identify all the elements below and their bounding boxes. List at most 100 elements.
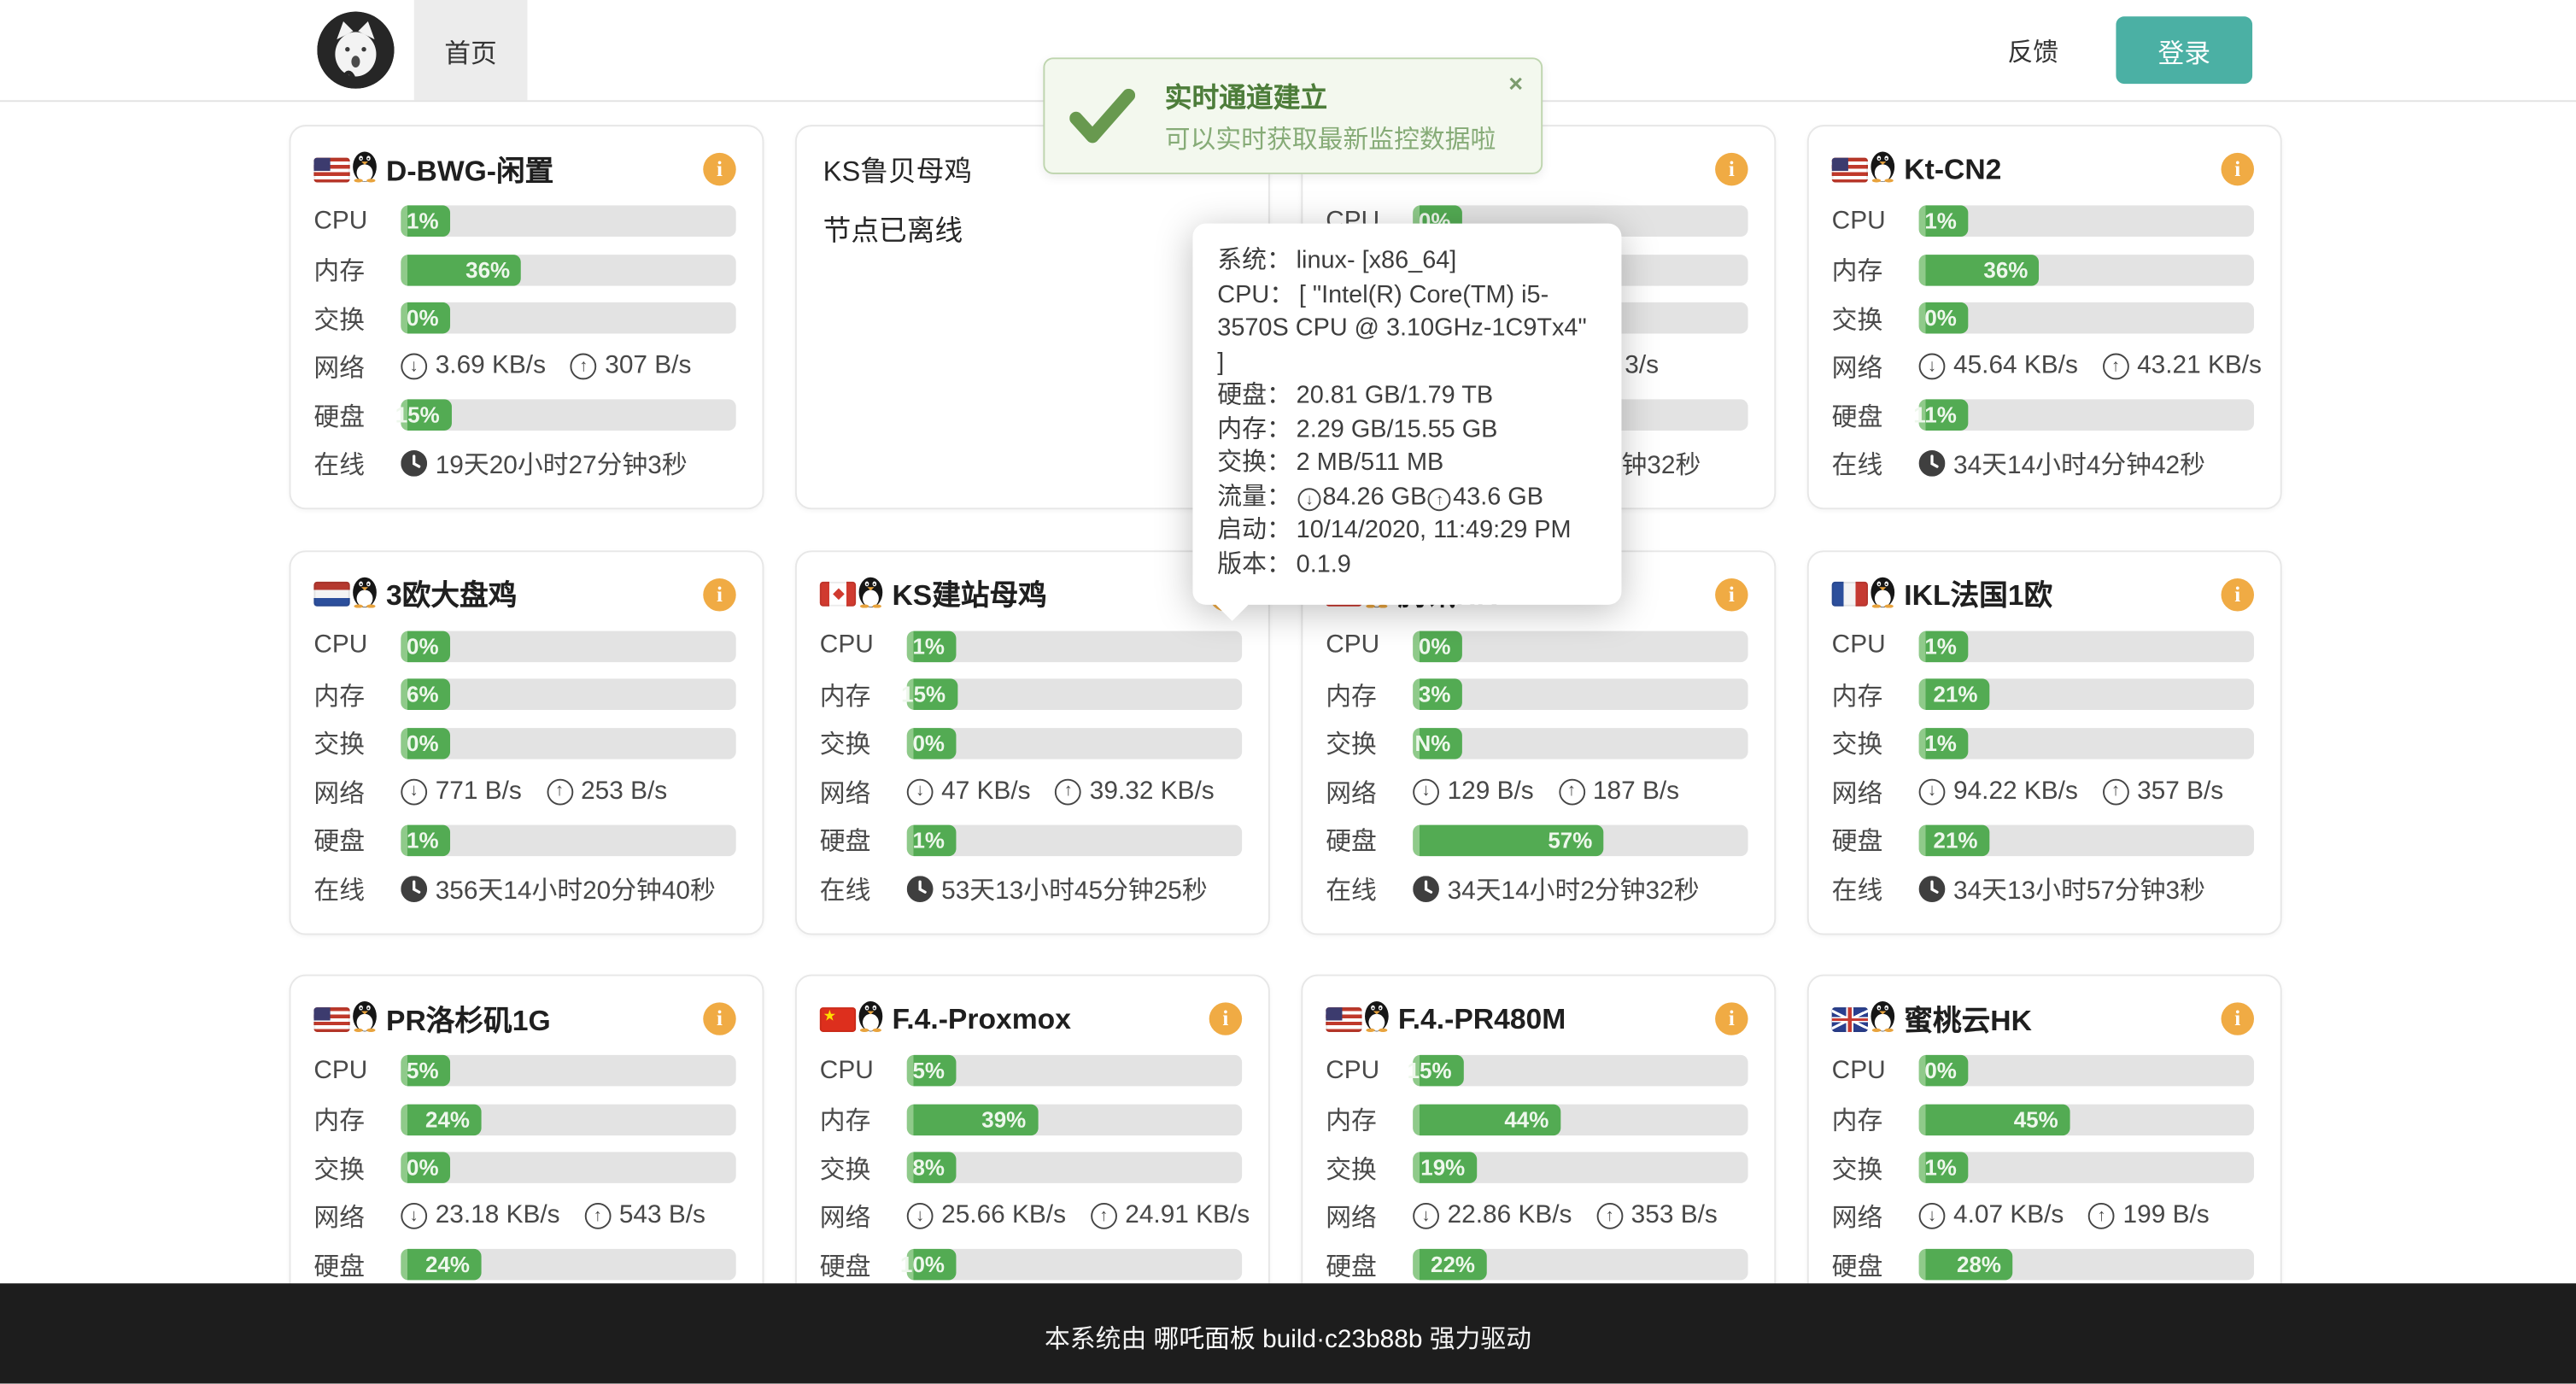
- flag-icon-us: [313, 1006, 349, 1031]
- server-card: 3欧大盘鸡iCPU0%内存6%交换0%网络↓771 B/s↑253 B/s硬盘1…: [290, 549, 764, 934]
- server-card: KS建站母鸡iCPU1%内存15%交换0%网络↓47 KB/s↑39.32 KB…: [795, 549, 1270, 934]
- stat-row-cpu: CPU15%: [1326, 1055, 1748, 1087]
- progress-track: 0%: [401, 727, 735, 759]
- network-upload-value: 187 B/s: [1593, 777, 1679, 806]
- stat-label: 硬盘: [820, 1246, 907, 1282]
- download-icon: ↓: [1919, 354, 1946, 380]
- flag-icon-us: [313, 157, 349, 182]
- close-icon[interactable]: ×: [1508, 73, 1523, 97]
- info-icon[interactable]: i: [1715, 578, 1748, 610]
- card-title: Kt-CN2: [1904, 152, 2001, 186]
- stat-label: 硬盘: [313, 1246, 401, 1282]
- progress-fill: 36%: [1919, 254, 2040, 285]
- progress-value: 15%: [395, 402, 440, 427]
- progress-value: 28%: [1957, 1252, 2001, 1277]
- tooltip-label: CPU：: [1217, 280, 1294, 308]
- info-icon[interactable]: i: [2222, 578, 2254, 610]
- progress-track: 1%: [1919, 630, 2254, 662]
- info-icon[interactable]: i: [1209, 1002, 1242, 1035]
- uptime-stats: 34天13小时57分钟3秒: [1919, 870, 2205, 906]
- server-card: IKL法国1欧iCPU1%内存21%交换1%网络↓94.22 KB/s↑357 …: [1807, 549, 2282, 934]
- stat-row-net: 网络↓129 B/s↑187 B/s: [1326, 776, 1748, 807]
- stat-row-uptime: 在线34天13小时57分钟3秒: [1832, 872, 2254, 904]
- stat-row-cpu: CPU1%: [1832, 205, 2254, 237]
- success-check-icon: [1069, 88, 1142, 144]
- stat-row-cpu: CPU0%: [313, 630, 735, 662]
- uptime-value: 356天14小时20分钟40秒: [436, 870, 716, 906]
- flag-icon-ca: [820, 582, 856, 607]
- stat-row-net: 网络↓47 KB/s↑39.32 KB/s: [820, 776, 1242, 807]
- tooltip-row: 系统：linux- [x86_64]: [1217, 245, 1596, 279]
- progress-value: 11%: [1913, 402, 1957, 427]
- stat-row-disk: 硬盘24%: [313, 1249, 735, 1281]
- progress-fill: 1%: [1919, 1152, 1969, 1183]
- tab-home[interactable]: 首页: [414, 0, 528, 100]
- progress-track: 1%: [1919, 727, 2254, 759]
- card-title: IKL法国1欧: [1904, 573, 2052, 614]
- feedback-link[interactable]: 反馈: [2007, 0, 2058, 100]
- info-icon[interactable]: i: [703, 1002, 735, 1035]
- progress-fill: 6%: [401, 678, 450, 710]
- progress-fill: 24%: [401, 1104, 481, 1135]
- toast-message: 可以实时获取最新监控数据啦: [1165, 120, 1496, 155]
- logo[interactable]: [317, 11, 394, 88]
- progress-fill: 0%: [907, 727, 957, 759]
- stat-label: 硬盘: [313, 822, 401, 858]
- progress-track: 5%: [401, 1055, 735, 1087]
- progress-fill: 36%: [401, 254, 521, 285]
- tooltip-value: 10/14/2020, 11:49:29 PM: [1297, 516, 1572, 544]
- progress-track: 0%: [1413, 630, 1748, 662]
- info-icon[interactable]: i: [2222, 153, 2254, 185]
- progress-track: 21%: [1919, 824, 2254, 856]
- info-icon[interactable]: i: [1715, 153, 1748, 185]
- progress-value: 1%: [912, 827, 945, 852]
- stat-row-mem: 内存3%: [1326, 678, 1748, 710]
- stat-row-disk: 硬盘11%: [1832, 399, 2254, 431]
- progress-track: 1%: [1919, 1152, 2254, 1183]
- info-icon[interactable]: i: [703, 578, 735, 610]
- network-download-value: 23.18 KB/s: [436, 1201, 560, 1231]
- card-title: F.4.-PR480M: [1398, 1001, 1566, 1035]
- stat-row-cpu: CPU1%: [820, 630, 1242, 662]
- progress-value: 22%: [1431, 1252, 1475, 1277]
- progress-track: 1%: [401, 205, 735, 237]
- network-stats: ↓23.18 KB/s↑543 B/s: [401, 1201, 705, 1231]
- tooltip-value: linux- [x86_64]: [1297, 247, 1457, 275]
- progress-value: 0%: [407, 633, 439, 658]
- uptime-stats: 19天20小时27分钟3秒: [401, 445, 687, 481]
- stat-label: CPU: [1326, 631, 1413, 661]
- login-button[interactable]: 登录: [2116, 16, 2252, 84]
- clock-icon: [401, 875, 427, 901]
- progress-value: 57%: [1548, 827, 1592, 852]
- card-title: F.4.-Proxmox: [892, 1001, 1071, 1035]
- info-icon[interactable]: i: [1715, 1002, 1748, 1035]
- stat-row-mem: 内存39%: [820, 1104, 1242, 1135]
- progress-fill: 1%: [401, 824, 450, 856]
- info-icon[interactable]: i: [703, 153, 735, 185]
- progress-fill: 0%: [1919, 302, 1969, 334]
- info-icon[interactable]: i: [2222, 1002, 2254, 1035]
- tooltip-label: 系统：: [1217, 247, 1291, 275]
- footer-link[interactable]: 哪吒面板 build·c23b88b: [1154, 1320, 1423, 1356]
- progress-value: 39%: [981, 1106, 1026, 1131]
- progress-value: 0%: [407, 730, 439, 755]
- progress-fill: 39%: [907, 1104, 1038, 1135]
- progress-value: 1%: [912, 633, 945, 658]
- progress-fill: 1%: [1919, 727, 1969, 759]
- progress-fill: N%: [1413, 727, 1462, 759]
- upload-icon: ↑: [1055, 778, 1081, 805]
- progress-track: 0%: [401, 1152, 735, 1183]
- network-upload-value: 307 B/s: [605, 352, 691, 382]
- network-download-value: 129 B/s: [1448, 777, 1534, 806]
- stat-label: 在线: [1326, 870, 1413, 906]
- progress-track: 19%: [1413, 1152, 1748, 1183]
- stat-row-net: 网络↓94.22 KB/s↑357 B/s: [1832, 776, 2254, 807]
- stat-row-swap: 交换19%: [1326, 1152, 1748, 1183]
- network-stats: ↓22.86 KB/s↑353 B/s: [1413, 1201, 1718, 1231]
- progress-fill: 0%: [401, 1152, 450, 1183]
- network-stats: ↓771 B/s↑253 B/s: [401, 777, 667, 806]
- flag-icon-us: [1832, 157, 1868, 182]
- flag-icon-us: [1326, 1006, 1361, 1031]
- progress-fill: 1%: [1919, 205, 1969, 237]
- tooltip-row: 版本：0.1.9: [1217, 548, 1596, 581]
